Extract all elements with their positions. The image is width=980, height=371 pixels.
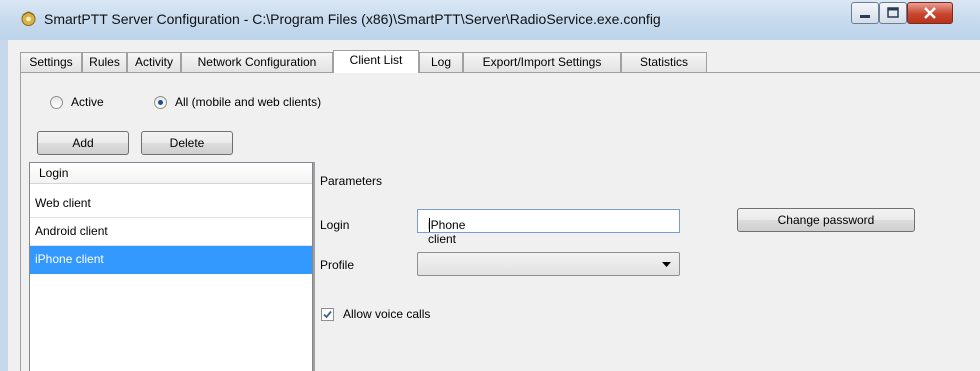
tab-network-configuration[interactable]: Network Configuration	[181, 52, 333, 72]
tab-client-list[interactable]: Client List	[333, 50, 419, 73]
tab-activity[interactable]: Activity	[127, 52, 181, 72]
tab-statistics[interactable]: Statistics	[621, 52, 707, 72]
window-title: SmartPTT Server Configuration - C:\Progr…	[44, 11, 661, 27]
checkmark-icon	[323, 310, 332, 319]
allow-voice-calls-label[interactable]: Allow voice calls	[343, 307, 430, 321]
minimize-icon	[860, 15, 870, 18]
list-item-label: Web client	[35, 196, 91, 210]
list-item-label: Android client	[35, 224, 108, 238]
close-button[interactable]	[907, 2, 953, 24]
tab-rules[interactable]: Rules	[82, 52, 127, 72]
list-item-label: iPhone client	[35, 252, 104, 266]
maximize-button[interactable]	[879, 2, 907, 24]
allow-voice-calls-checkbox[interactable]	[321, 308, 334, 321]
all-clients-radio[interactable]	[154, 96, 167, 109]
tab-export-import-settings[interactable]: Export/Import Settings	[463, 52, 621, 72]
profile-label: Profile	[320, 258, 355, 272]
login-input[interactable]: iPhone client	[417, 209, 680, 246]
title-bar[interactable]: SmartPTT Server Configuration - C:\Progr…	[0, 0, 980, 40]
login-label: Login	[320, 218, 350, 232]
list-item[interactable]: Web client	[30, 190, 312, 218]
all-clients-radio-label[interactable]: All (mobile and web clients)	[175, 95, 321, 109]
list-item[interactable]: Android client	[30, 218, 312, 246]
column-header-login[interactable]: Login	[30, 163, 312, 184]
parameters-heading: Parameters	[320, 174, 383, 188]
tab-strip: Settings Rules Activity Network Configur…	[20, 50, 980, 73]
app-window: SmartPTT Server Configuration - C:\Progr…	[0, 0, 980, 371]
smartptt-icon	[21, 11, 36, 26]
client-list[interactable]: Login Web client Android client iPhone c…	[29, 162, 313, 371]
chevron-down-icon	[662, 262, 671, 267]
delete-button[interactable]: Delete	[141, 131, 233, 155]
active-radio-label[interactable]: Active	[71, 95, 104, 109]
close-icon	[924, 7, 936, 19]
change-password-button[interactable]: Change password	[737, 208, 915, 232]
active-radio[interactable]	[50, 96, 63, 109]
list-item-selected[interactable]: iPhone client	[30, 246, 312, 274]
profile-select[interactable]	[417, 252, 680, 276]
maximize-icon	[887, 7, 899, 18]
tab-log[interactable]: Log	[419, 52, 463, 72]
add-button[interactable]: Add	[37, 131, 129, 155]
minimize-button[interactable]	[851, 2, 879, 24]
column-header-label: Login	[39, 166, 69, 180]
window-frame	[0, 40, 8, 371]
tab-settings[interactable]: Settings	[20, 52, 82, 72]
